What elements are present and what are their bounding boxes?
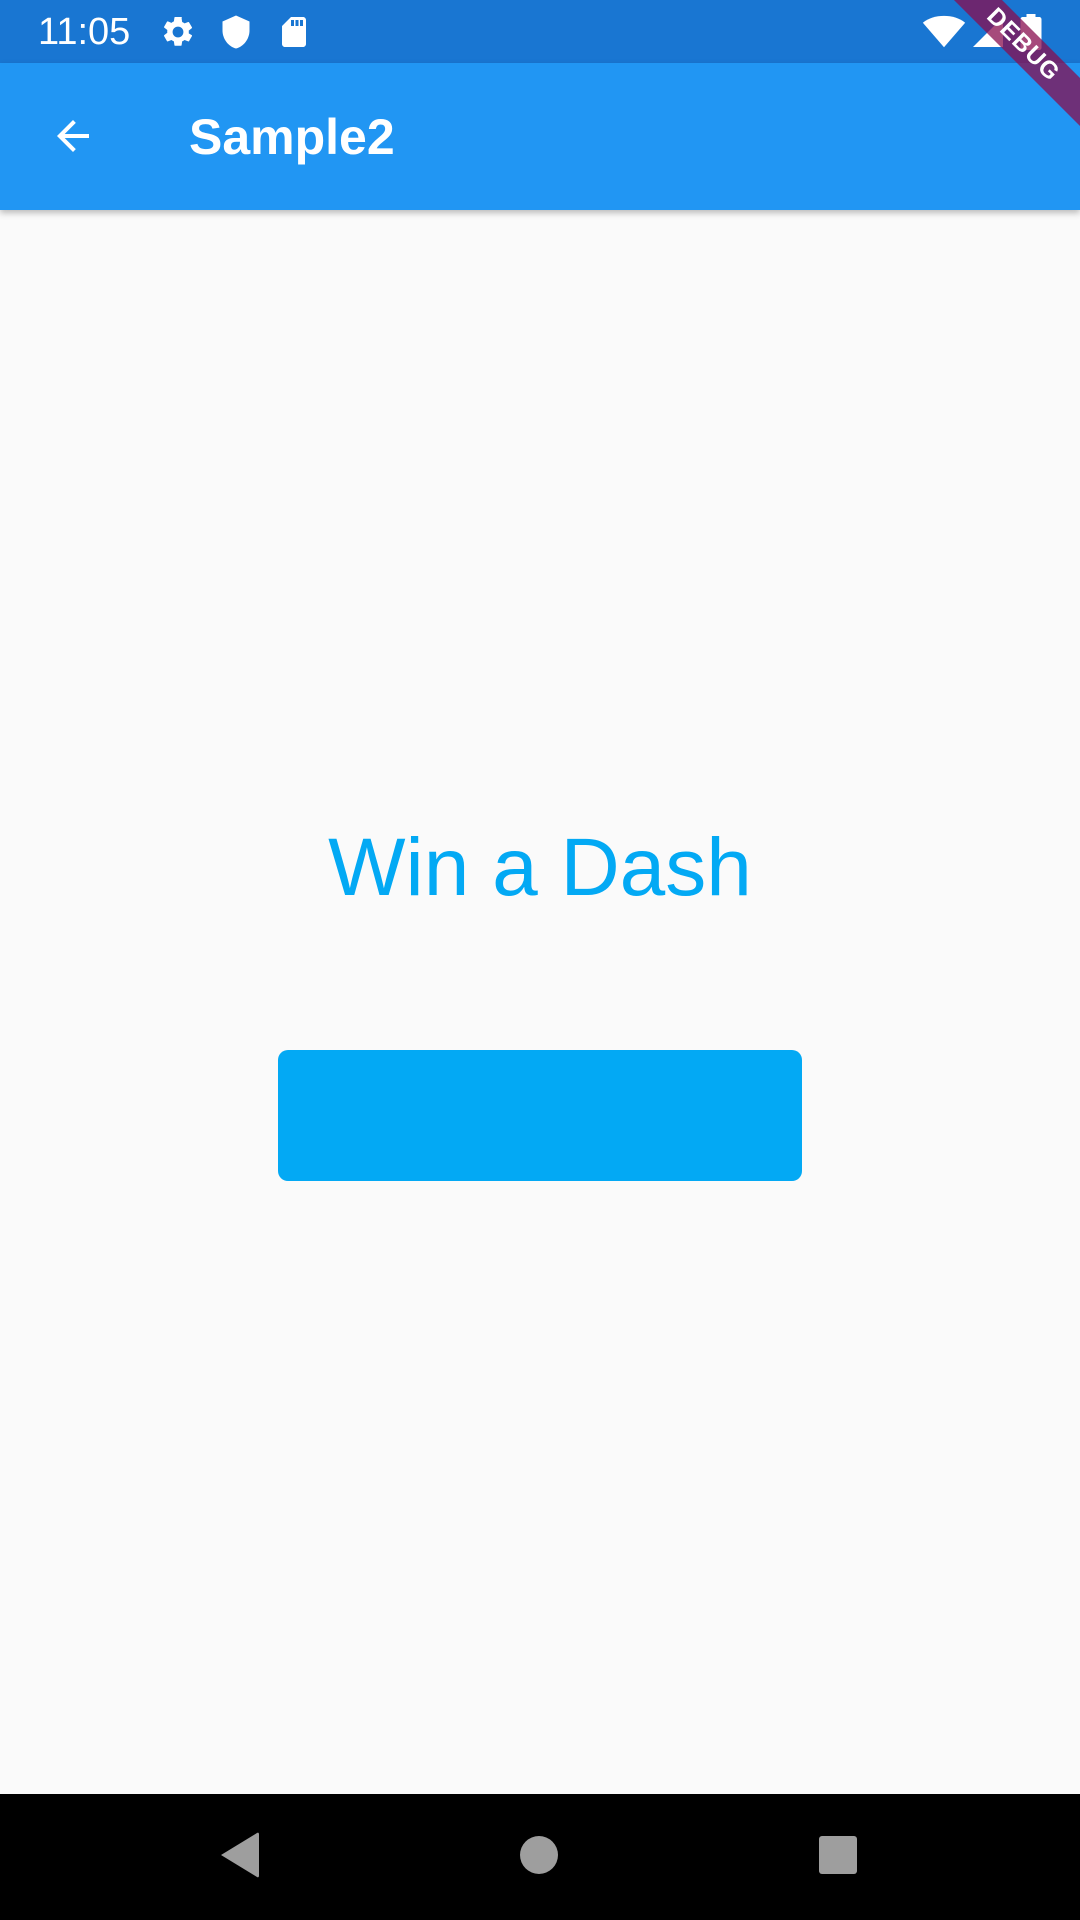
- sd-card-icon: [276, 14, 312, 50]
- screen: 11:05 Sample2 DEBUG Win a Dash: [0, 0, 1080, 1920]
- nav-bar: [0, 1794, 1080, 1920]
- status-time: 11:05: [38, 11, 131, 53]
- settings-icon: [160, 14, 196, 50]
- recents-square-icon: [818, 1835, 858, 1880]
- app-bar: Sample2: [0, 63, 1080, 210]
- back-button[interactable]: [38, 103, 108, 173]
- back-triangle-icon: [217, 1831, 261, 1884]
- action-button[interactable]: [278, 1050, 802, 1181]
- home-circle-icon: [519, 1835, 559, 1880]
- headline: Win a Dash: [328, 822, 752, 913]
- shield-icon: [218, 14, 254, 50]
- nav-home-button[interactable]: [506, 1824, 572, 1890]
- wifi-icon: [922, 14, 966, 50]
- nav-recents-button[interactable]: [805, 1824, 871, 1890]
- app-title: Sample2: [189, 109, 395, 165]
- nav-back-button[interactable]: [206, 1824, 272, 1890]
- status-bar: 11:05: [0, 0, 1080, 63]
- arrow-back-icon: [49, 112, 97, 165]
